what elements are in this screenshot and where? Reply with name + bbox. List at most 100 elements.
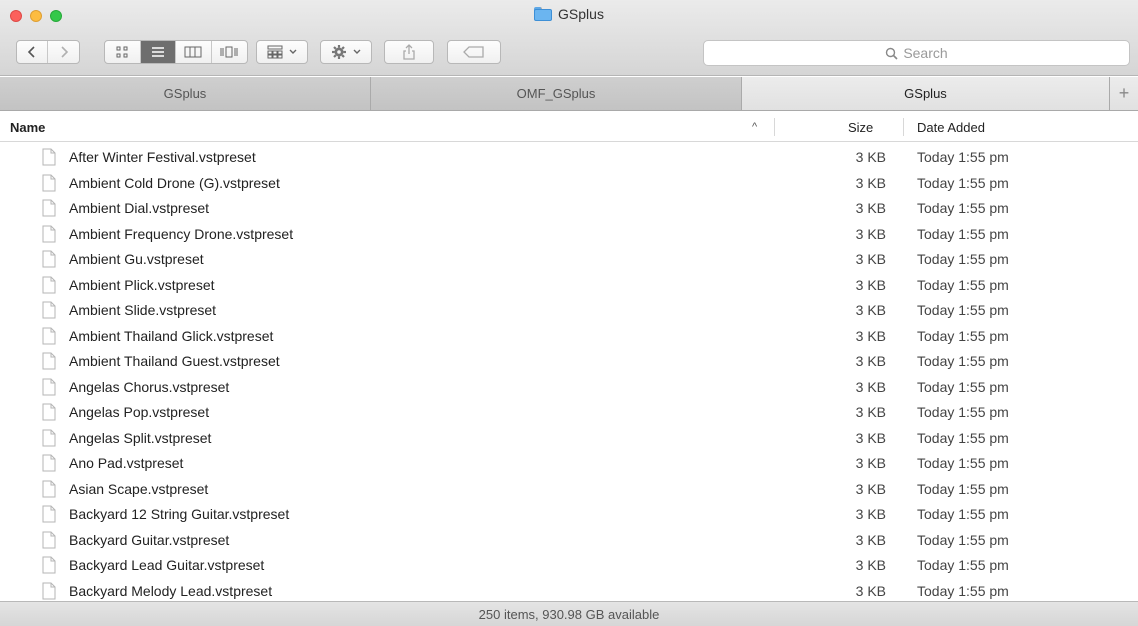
- tags-button[interactable]: [447, 40, 501, 64]
- tag-icon: [463, 46, 484, 58]
- column-size-header[interactable]: Size: [848, 112, 873, 142]
- gear-icon: [332, 45, 346, 59]
- forward-button[interactable]: [48, 41, 79, 63]
- file-row[interactable]: Ambient Gu.vstpreset 3 KB Today 1:55 pm: [0, 247, 1138, 273]
- file-name: Ambient Thailand Guest.vstpreset: [69, 353, 280, 369]
- file-name: Ambient Frequency Drone.vstpreset: [69, 225, 294, 242]
- tab-bar: GSplus OMF_GSplus GSplus +: [0, 77, 1138, 111]
- file-row[interactable]: Ambient Cold Drone (G).vstpreset 3 KB Toda…: [0, 171, 1138, 197]
- share-button[interactable]: [384, 40, 434, 64]
- file-row[interactable]: Angelas Chorus.vstpreset 3 KB Today 1:55 p…: [0, 375, 1138, 401]
- column-view-button[interactable]: [176, 41, 212, 63]
- document-icon: [42, 199, 56, 217]
- back-button[interactable]: [17, 41, 49, 63]
- file-date-added: Today 1:55 pm: [917, 149, 1009, 165]
- file-row[interactable]: Ambient Dial.vstpreset 3 KB Today 1:55 pm: [0, 196, 1138, 222]
- document-icon: [42, 352, 56, 370]
- file-name: Ambient Cold Drone (G).vstpreset: [69, 174, 280, 191]
- file-size: 3 KB: [855, 276, 886, 293]
- file-row[interactable]: Ambient Frequency Drone.vstpreset 3 KB Tod…: [0, 222, 1138, 248]
- file-date-added: Today 1:55 pm: [917, 327, 1009, 344]
- tab-gsplus-active[interactable]: GSplus: [742, 77, 1110, 110]
- document-icon: [42, 327, 56, 344]
- file-size: 3 KB: [855, 251, 886, 267]
- column-view-icon: [184, 46, 202, 58]
- tab-omf-gsplus[interactable]: OMF_GSplus: [371, 77, 742, 110]
- file-row[interactable]: Ambient Slide.vstpreset 3 KB Today 1:55 pm: [0, 298, 1138, 324]
- file-size: 3 KB: [855, 149, 886, 165]
- file-date-added: Today 1:55 pm: [917, 455, 1009, 471]
- cover-flow-icon: [220, 46, 238, 58]
- file-name: Ambient Plick.vstpreset: [69, 276, 215, 293]
- file-row[interactable]: Ambient Plick.vstpreset 3 KB Today 1:55 pm: [0, 273, 1138, 299]
- list-view-button[interactable]: [140, 41, 176, 63]
- column-name-header[interactable]: Name: [10, 112, 45, 142]
- title-bar: GSplus Search: [0, 0, 1138, 76]
- file-row[interactable]: Backyard Lead Guitar.vstpreset 3 KB Today …: [0, 553, 1138, 579]
- file-size: 3 KB: [855, 200, 886, 216]
- file-row[interactable]: Ano Pad.vstpreset 3 KB Today 1:55 pm: [0, 451, 1138, 477]
- document-icon: [42, 556, 56, 574]
- file-row[interactable]: Asian Scape.vstpreset 3 KB Today 1:55 pm: [0, 477, 1138, 503]
- window-title: GSplus: [0, 6, 1138, 22]
- file-row[interactable]: Angelas Pop.vstpreset 3 KB Today 1:55 pm: [0, 400, 1138, 426]
- document-icon: [42, 225, 56, 242]
- file-name: Ambient Dial.vstpreset: [69, 200, 210, 216]
- action-button[interactable]: [320, 40, 372, 64]
- file-row[interactable]: After Winter Festival.vstpreset 3 KB Today…: [0, 145, 1138, 171]
- file-date-added: Today 1:55 pm: [917, 200, 1009, 216]
- search-field[interactable]: Search: [703, 40, 1130, 66]
- document-icon: [42, 403, 56, 421]
- column-date-label: Date Added: [917, 119, 985, 135]
- icon-view-button[interactable]: [105, 41, 141, 63]
- tab-label: GSplus: [904, 86, 947, 101]
- column-separator[interactable]: [774, 118, 775, 136]
- chevron-down-icon: [353, 49, 361, 54]
- file-row[interactable]: Ambient Thailand Guest.vstpreset 3 KB Toda…: [0, 349, 1138, 375]
- column-separator[interactable]: [903, 118, 904, 136]
- document-icon: [42, 480, 56, 497]
- sort-ascending-icon: ^: [752, 112, 757, 142]
- file-size: 3 KB: [855, 404, 886, 420]
- column-date-added-header[interactable]: Date Added: [917, 112, 985, 142]
- document-icon: [42, 301, 56, 319]
- file-name: Backyard Melody Lead.vstpreset: [69, 582, 273, 599]
- search-placeholder: Search: [903, 45, 948, 61]
- file-row[interactable]: Ambient Thailand Glick.vstpreset 3 KB Toda…: [0, 324, 1138, 350]
- new-tab-button[interactable]: +: [1110, 77, 1138, 110]
- file-row[interactable]: Backyard Guitar.vstpreset 3 KB Today 1:55 …: [0, 528, 1138, 554]
- view-mode-control: [104, 40, 248, 64]
- file-name: Angelas Split.vstpreset: [69, 429, 212, 446]
- file-row[interactable]: Angelas Split.vstpreset 3 KB Today 1:55 pm: [0, 426, 1138, 452]
- file-name: Asian Scape.vstpreset: [69, 480, 209, 497]
- arrange-button[interactable]: [256, 40, 308, 64]
- file-date-added: Today 1:55 pm: [917, 302, 1009, 318]
- file-size: 3 KB: [855, 557, 886, 573]
- file-date-added: Today 1:55 pm: [917, 531, 1009, 548]
- file-date-added: Today 1:55 pm: [917, 353, 1009, 369]
- document-icon: [42, 531, 56, 548]
- file-date-added: Today 1:55 pm: [917, 276, 1009, 293]
- file-name: Backyard Guitar.vstpreset: [69, 531, 230, 548]
- file-name: Ano Pad.vstpreset: [69, 455, 184, 471]
- file-name: Backyard Lead Guitar.vstpreset: [69, 557, 265, 573]
- file-size: 3 KB: [855, 302, 886, 318]
- document-icon: [42, 174, 56, 191]
- column-name-label: Name: [10, 119, 46, 135]
- tab-label: OMF_GSplus: [516, 86, 596, 101]
- cover-flow-button[interactable]: [212, 41, 247, 63]
- file-list: After Winter Festival.vstpreset 3 KB Today…: [0, 145, 1138, 604]
- folder-icon: [534, 7, 553, 21]
- file-name: Ambient Slide.vstpreset: [69, 302, 217, 318]
- status-bar: 250 items, 930.98 GB available: [0, 601, 1138, 626]
- file-size: 3 KB: [855, 429, 886, 446]
- tab-gsplus-1[interactable]: GSplus: [0, 77, 371, 110]
- file-date-added: Today 1:55 pm: [917, 378, 1009, 395]
- arrange-grid-icon: [267, 45, 283, 59]
- chevron-down-icon: [289, 49, 297, 54]
- file-size: 3 KB: [855, 327, 886, 344]
- plus-icon: +: [1118, 83, 1130, 103]
- file-row[interactable]: Backyard 12 String Guitar.vstpreset 3 KB T…: [0, 502, 1138, 528]
- file-size: 3 KB: [855, 480, 886, 497]
- navigation-buttons: [16, 40, 80, 64]
